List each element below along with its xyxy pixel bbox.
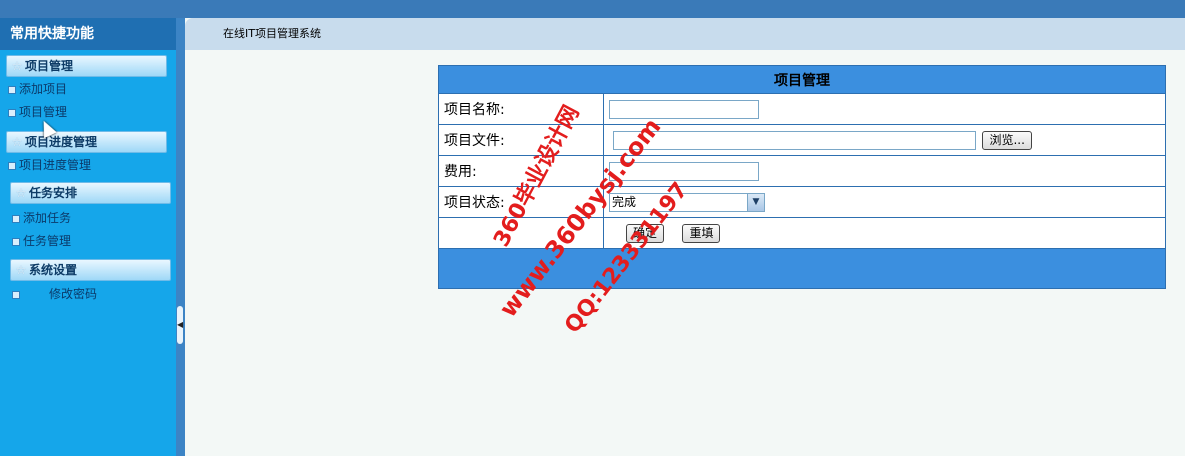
project-file-input[interactable]	[613, 130, 976, 150]
buttons-cell: 确定 重填	[603, 217, 1166, 249]
project-file-cell: 浏览...	[603, 124, 1166, 156]
cost-input[interactable]	[609, 161, 759, 181]
sidebar-item-change-password[interactable]: 修改密码	[12, 286, 97, 302]
project-name-input[interactable]	[609, 99, 759, 119]
bullet-icon	[8, 161, 16, 170]
sidebar-item-label: 修改密码	[49, 287, 98, 301]
chevron-down-icon: ▼	[747, 193, 764, 211]
star-icon: ☆	[11, 135, 23, 149]
star-icon: ☆	[15, 263, 27, 277]
project-form: 项目管理 项目名称: 项目文件: 浏览... 费用: 项目状态: 完成 ▼ 确定…	[438, 65, 1166, 289]
sidebar-group-task-arrangement[interactable]: ☆ 任务安排	[10, 182, 171, 204]
system-title: 在线IT项目管理系统	[223, 27, 321, 40]
project-file-label: 项目文件:	[438, 124, 604, 156]
sidebar-item-label: 添加任务	[23, 211, 72, 225]
sidebar-group-project-management[interactable]: ☆ 项目管理	[6, 55, 167, 77]
browse-button[interactable]: 浏览...	[982, 130, 1032, 150]
sidebar: 常用快捷功能 ☆ 项目管理 添加项目 项目管理 ☆ 项目进度管理 项目进度管理 ☆ 任…	[0, 18, 176, 456]
collapse-sidebar-icon[interactable]: ◀	[177, 306, 183, 344]
sidebar-group-label: 系统设置	[29, 263, 78, 277]
bullet-icon	[12, 237, 20, 246]
star-icon: ☆	[15, 186, 27, 200]
page-header: 在线IT项目管理系统	[185, 18, 1185, 50]
status-selected-value: 完成	[612, 194, 637, 209]
sidebar-group-system-settings[interactable]: ☆ 系统设置	[10, 259, 171, 281]
status-cell: 完成 ▼	[603, 186, 1166, 218]
sidebar-item-progress-management[interactable]: 项目进度管理	[8, 157, 91, 173]
sidebar-item-project-management[interactable]: 项目管理	[8, 104, 67, 120]
bullet-icon	[12, 290, 20, 299]
project-name-label: 项目名称:	[438, 93, 604, 125]
cost-cell	[603, 155, 1166, 187]
bullet-icon	[12, 214, 20, 223]
sidebar-group-label: 任务安排	[29, 186, 78, 200]
sidebar-splitter[interactable]	[176, 18, 185, 456]
bullet-icon	[8, 85, 16, 94]
status-select[interactable]: 完成 ▼	[609, 192, 765, 212]
sidebar-item-task-management[interactable]: 任务管理	[12, 233, 71, 249]
star-icon: ☆	[11, 59, 23, 73]
sidebar-group-label: 项目管理	[25, 59, 74, 73]
cost-label: 费用:	[438, 155, 604, 187]
reset-button[interactable]: 重填	[682, 223, 721, 243]
sidebar-item-label: 添加项目	[19, 82, 68, 96]
sidebar-group-label: 项目进度管理	[25, 135, 98, 149]
sidebar-item-label: 项目管理	[19, 105, 68, 119]
sidebar-item-label: 任务管理	[23, 234, 72, 248]
buttons-label-cell	[438, 217, 604, 249]
top-bar	[0, 0, 1185, 18]
bullet-icon	[8, 108, 16, 117]
sidebar-group-progress-management[interactable]: ☆ 项目进度管理	[6, 131, 167, 153]
confirm-button[interactable]: 确定	[626, 223, 665, 243]
sidebar-item-add-task[interactable]: 添加任务	[12, 210, 71, 226]
sidebar-item-label: 项目进度管理	[19, 158, 92, 172]
status-label: 项目状态:	[438, 186, 604, 218]
sidebar-item-add-project[interactable]: 添加项目	[8, 81, 67, 97]
project-name-cell	[603, 93, 1166, 125]
form-title: 项目管理	[438, 65, 1166, 94]
sidebar-title: 常用快捷功能	[0, 18, 176, 50]
form-footer	[438, 248, 1166, 289]
